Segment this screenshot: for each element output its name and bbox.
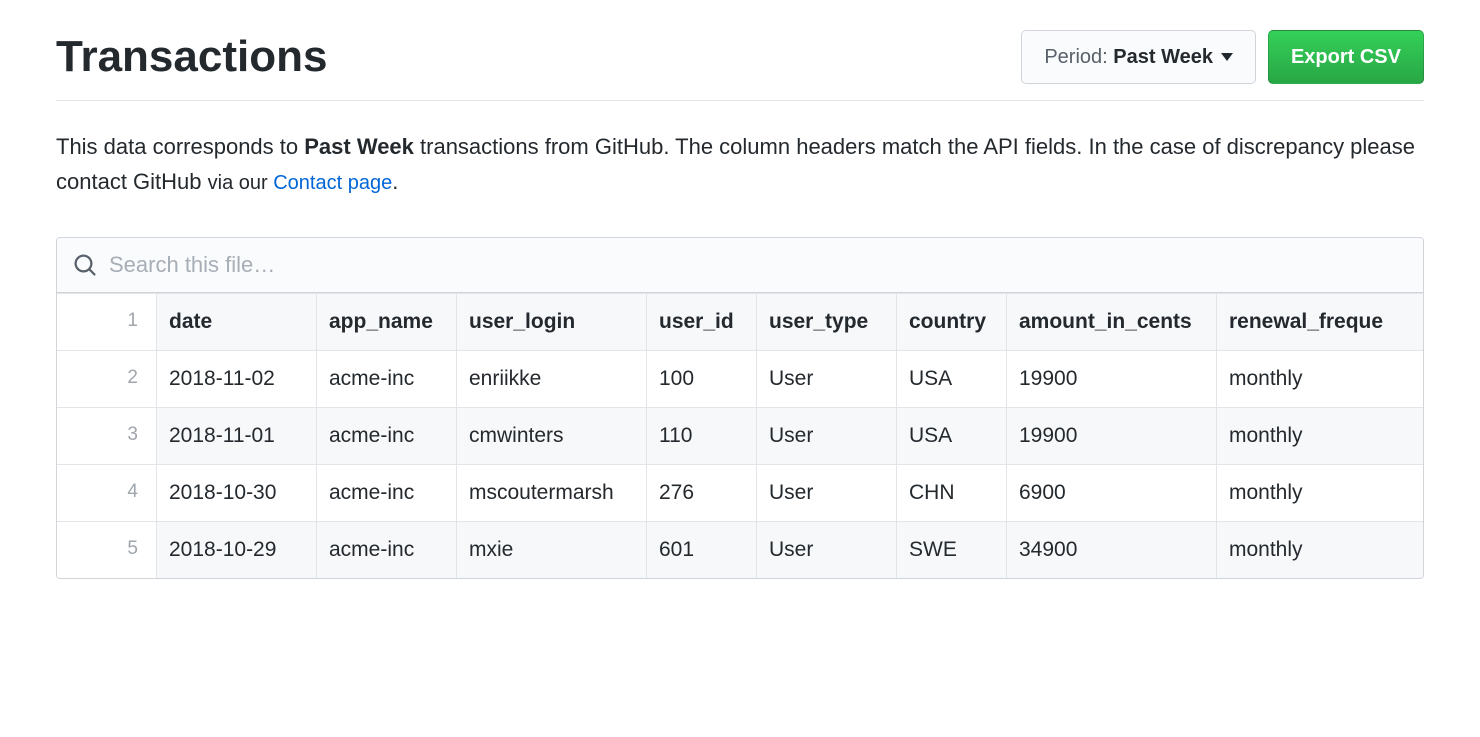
page-header: Transactions Period: Past Week Export CS… — [56, 30, 1424, 101]
period-label: Period: — [1044, 47, 1107, 67]
description-part1: This data corresponds to — [56, 134, 304, 159]
table-cell: 110 — [647, 407, 757, 464]
table-cell: USA — [897, 350, 1007, 407]
table-cell: monthly — [1217, 407, 1424, 464]
table-cell: 2018-10-30 — [157, 464, 317, 521]
table-cell: User — [757, 407, 897, 464]
description-tail: . — [392, 169, 398, 194]
table-cell: User — [757, 521, 897, 578]
description-via-text: via our — [208, 172, 274, 194]
table-cell: acme-inc — [317, 464, 457, 521]
col-header: app_name — [317, 293, 457, 350]
export-csv-button[interactable]: Export CSV — [1268, 30, 1424, 84]
table-cell: 100 — [647, 350, 757, 407]
table-cell: mscoutermarsh — [457, 464, 647, 521]
period-dropdown[interactable]: Period: Past Week — [1021, 30, 1256, 84]
table-cell: SWE — [897, 521, 1007, 578]
table-cell: 2018-10-29 — [157, 521, 317, 578]
col-header: renewal_freque — [1217, 293, 1424, 350]
col-header: user_login — [457, 293, 647, 350]
description-period: Past Week — [304, 134, 414, 159]
line-number: 5 — [57, 521, 157, 578]
caret-down-icon — [1221, 53, 1233, 61]
col-header: user_type — [757, 293, 897, 350]
table-cell: cmwinters — [457, 407, 647, 464]
table-cell: 2018-11-01 — [157, 407, 317, 464]
col-header: date — [157, 293, 317, 350]
table-cell: monthly — [1217, 464, 1424, 521]
table-cell: 6900 — [1007, 464, 1217, 521]
table-cell: acme-inc — [317, 407, 457, 464]
search-row — [57, 238, 1423, 293]
table-cell: mxie — [457, 521, 647, 578]
description-via: via our Contact page — [208, 172, 393, 194]
table-cell: 276 — [647, 464, 757, 521]
table-cell: 19900 — [1007, 407, 1217, 464]
table-cell: USA — [897, 407, 1007, 464]
line-number: 3 — [57, 407, 157, 464]
col-header: country — [897, 293, 1007, 350]
table-cell: User — [757, 464, 897, 521]
table-cell: acme-inc — [317, 350, 457, 407]
page-title: Transactions — [56, 32, 327, 82]
table-cell: 2018-11-02 — [157, 350, 317, 407]
line-number: 4 — [57, 464, 157, 521]
transactions-table-wrapper: 1 date app_name user_login user_id user_… — [56, 237, 1424, 579]
table-cell: 34900 — [1007, 521, 1217, 578]
period-value: Past Week — [1113, 47, 1213, 67]
header-actions: Period: Past Week Export CSV — [1021, 30, 1424, 84]
table-cell: monthly — [1217, 350, 1424, 407]
search-input[interactable] — [109, 252, 1407, 278]
search-icon — [73, 253, 97, 277]
description-text: This data corresponds to Past Week trans… — [56, 129, 1424, 199]
transactions-grid: 1 date app_name user_login user_id user_… — [57, 293, 1423, 578]
table-cell: monthly — [1217, 521, 1424, 578]
line-number: 2 — [57, 350, 157, 407]
line-number: 1 — [57, 293, 157, 350]
contact-page-link[interactable]: Contact page — [273, 172, 392, 194]
table-cell: acme-inc — [317, 521, 457, 578]
table-cell: enriikke — [457, 350, 647, 407]
table-cell: CHN — [897, 464, 1007, 521]
col-header: user_id — [647, 293, 757, 350]
table-cell: User — [757, 350, 897, 407]
table-cell: 601 — [647, 521, 757, 578]
col-header: amount_in_cents — [1007, 293, 1217, 350]
table-cell: 19900 — [1007, 350, 1217, 407]
